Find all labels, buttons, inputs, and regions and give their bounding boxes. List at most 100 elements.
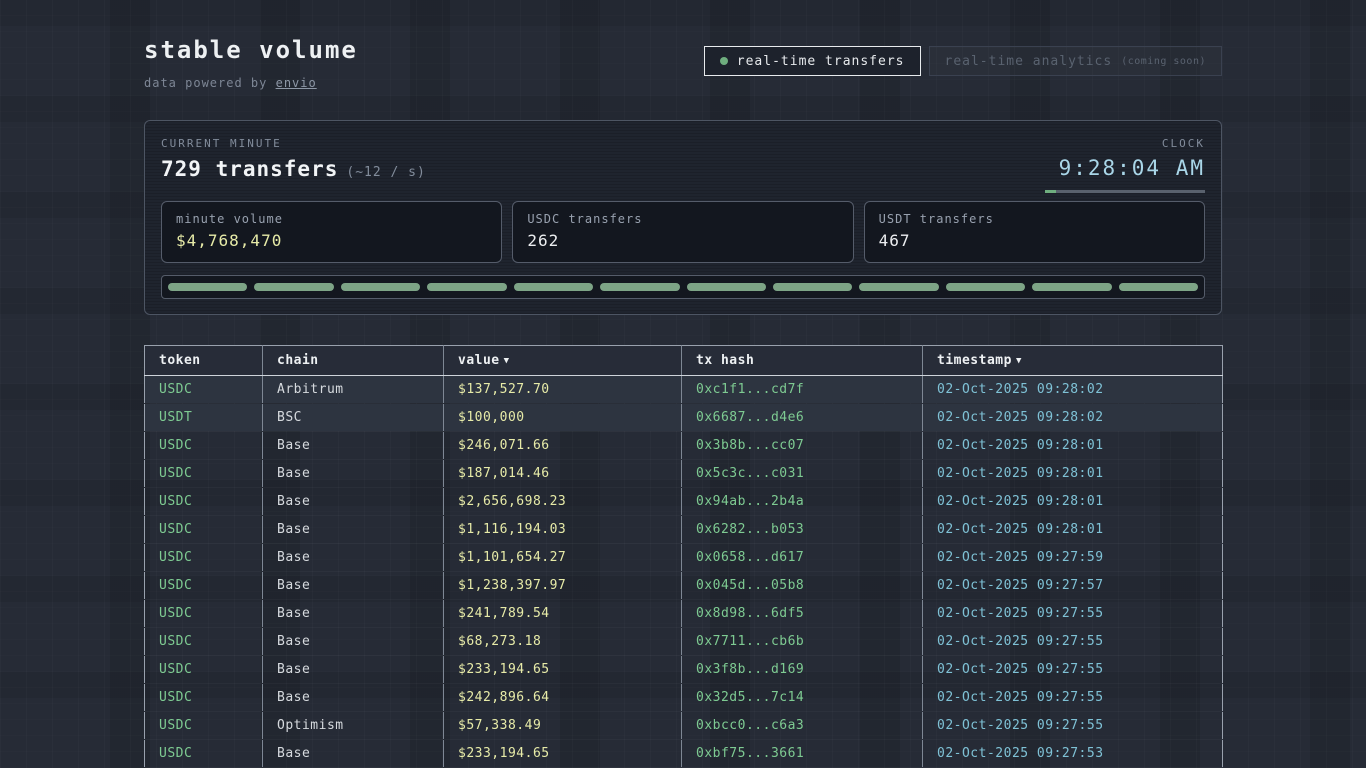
cell-hash[interactable]: 0x3b8b...cc07	[682, 432, 923, 460]
cell-hash[interactable]: 0xbf75...3661	[682, 740, 923, 768]
cell-hash[interactable]: 0x0658...d617	[682, 544, 923, 572]
cell-token: USDC	[145, 572, 263, 600]
stat-minute-volume: minute volume $4,768,470	[161, 201, 502, 263]
cell-hash[interactable]: 0x32d5...7c14	[682, 684, 923, 712]
cell-time: 02-Oct-2025 09:27:55	[923, 628, 1223, 656]
clock-time: 9:28:04 AM	[1045, 156, 1205, 180]
stat-value: 467	[879, 231, 1190, 250]
cell-hash[interactable]: 0x8d98...6df5	[682, 600, 923, 628]
branding: stable volume data powered by envio	[144, 36, 358, 90]
cell-hash[interactable]: 0xc1f1...cd7f	[682, 376, 923, 404]
table-row: USDTBSC$100,0000x6687...d4e602-Oct-2025 …	[145, 404, 1223, 432]
current-minute-label: CURRENT MINUTE	[161, 137, 426, 150]
table-row: USDCBase$242,896.640x32d5...7c1402-Oct-2…	[145, 684, 1223, 712]
cell-token: USDC	[145, 460, 263, 488]
cell-token: USDC	[145, 516, 263, 544]
cell-token: USDC	[145, 376, 263, 404]
cell-hash[interactable]: 0xbcc0...c6a3	[682, 712, 923, 740]
cell-hash[interactable]: 0x3f8b...d169	[682, 656, 923, 684]
tab-transfers-label: real-time transfers	[737, 54, 905, 69]
envio-link[interactable]: envio	[276, 76, 317, 90]
activity-segment	[687, 283, 766, 291]
cell-time: 02-Oct-2025 09:28:02	[923, 404, 1223, 432]
cell-value: $1,238,397.97	[444, 572, 682, 600]
cell-value: $233,194.65	[444, 656, 682, 684]
column-header-hash[interactable]: tx hash	[682, 346, 923, 376]
table-row: USDCBase$1,116,194.030x6282...b05302-Oct…	[145, 516, 1223, 544]
cell-value: $241,789.54	[444, 600, 682, 628]
cell-value: $233,194.65	[444, 740, 682, 768]
activity-segment	[341, 283, 420, 291]
cell-time: 02-Oct-2025 09:28:01	[923, 432, 1223, 460]
minute-progress-bar	[1045, 190, 1205, 193]
transfer-count: 729 transfers	[161, 157, 338, 181]
sort-arrow-icon: ▼	[504, 356, 510, 366]
tab-real-time-transfers[interactable]: real-time transfers	[704, 46, 921, 76]
table-row: USDCBase$1,101,654.270x0658...d61702-Oct…	[145, 544, 1223, 572]
table-row: USDCBase$2,656,698.230x94ab...2b4a02-Oct…	[145, 488, 1223, 516]
clock-label: CLOCK	[1045, 137, 1205, 150]
cell-chain: Base	[263, 684, 444, 712]
cell-time: 02-Oct-2025 09:28:02	[923, 376, 1223, 404]
stat-usdt-transfers: USDT transfers 467	[864, 201, 1205, 263]
stat-usdc-transfers: USDC transfers 262	[512, 201, 853, 263]
column-header-chain[interactable]: chain	[263, 346, 444, 376]
cell-value: $100,000	[444, 404, 682, 432]
table-body: USDCArbitrum$137,527.700xc1f1...cd7f02-O…	[145, 376, 1223, 768]
activity-segment	[514, 283, 593, 291]
column-header-time[interactable]: timestamp▼	[923, 346, 1223, 376]
cell-token: USDC	[145, 684, 263, 712]
cell-value: $2,656,698.23	[444, 488, 682, 516]
activity-segment	[946, 283, 1025, 291]
column-header-token[interactable]: token	[145, 346, 263, 376]
stat-label: USDT transfers	[879, 212, 1190, 226]
cell-value: $246,071.66	[444, 432, 682, 460]
table-row: USDCBase$233,194.650xbf75...366102-Oct-2…	[145, 740, 1223, 768]
cell-hash[interactable]: 0x6282...b053	[682, 516, 923, 544]
cell-time: 02-Oct-2025 09:27:55	[923, 600, 1223, 628]
activity-segment	[254, 283, 333, 291]
topbar: stable volume data powered by envio real…	[144, 0, 1222, 90]
cell-hash[interactable]: 0x7711...cb6b	[682, 628, 923, 656]
cell-time: 02-Oct-2025 09:27:55	[923, 712, 1223, 740]
stat-boxes: minute volume $4,768,470 USDC transfers …	[161, 201, 1205, 263]
cell-value: $242,896.64	[444, 684, 682, 712]
current-minute-panel: CURRENT MINUTE 729 transfers (~12 / s) C…	[144, 120, 1222, 315]
activity-segment	[1032, 283, 1111, 291]
tab-real-time-analytics[interactable]: real-time analytics (coming soon)	[929, 46, 1223, 76]
cell-hash[interactable]: 0x6687...d4e6	[682, 404, 923, 432]
table-row: USDCArbitrum$137,527.700xc1f1...cd7f02-O…	[145, 376, 1223, 404]
cell-time: 02-Oct-2025 09:27:59	[923, 544, 1223, 572]
stat-label: minute volume	[176, 212, 487, 226]
table-row: USDCBase$233,194.650x3f8b...d16902-Oct-2…	[145, 656, 1223, 684]
cell-hash[interactable]: 0x94ab...2b4a	[682, 488, 923, 516]
cell-time: 02-Oct-2025 09:27:53	[923, 740, 1223, 768]
clock: CLOCK 9:28:04 AM	[1045, 137, 1205, 193]
cell-hash[interactable]: 0x5c3c...c031	[682, 460, 923, 488]
activity-segment	[773, 283, 852, 291]
cell-chain: Base	[263, 432, 444, 460]
cell-chain: Base	[263, 488, 444, 516]
minute-activity-segments	[161, 275, 1205, 299]
cell-value: $1,116,194.03	[444, 516, 682, 544]
cell-time: 02-Oct-2025 09:28:01	[923, 488, 1223, 516]
cell-token: USDC	[145, 488, 263, 516]
cell-token: USDC	[145, 656, 263, 684]
column-header-value[interactable]: value▼	[444, 346, 682, 376]
table-row: USDCBase$1,238,397.970x045d...05b802-Oct…	[145, 572, 1223, 600]
cell-token: USDC	[145, 628, 263, 656]
transfer-counter: CURRENT MINUTE 729 transfers (~12 / s)	[161, 137, 426, 181]
table-row: USDCOptimism$57,338.490xbcc0...c6a302-Oc…	[145, 712, 1223, 740]
view-tabs: real-time transfers real-time analytics …	[704, 46, 1222, 76]
cell-chain: Base	[263, 600, 444, 628]
table-header-row: tokenchainvalue▼tx hashtimestamp▼	[145, 346, 1223, 376]
cell-time: 02-Oct-2025 09:27:55	[923, 684, 1223, 712]
live-status-dot-icon	[720, 57, 728, 65]
stat-label: USDC transfers	[527, 212, 838, 226]
activity-segment	[427, 283, 506, 291]
cell-token: USDC	[145, 712, 263, 740]
cell-chain: Base	[263, 740, 444, 768]
page-title: stable volume	[144, 36, 358, 64]
cell-hash[interactable]: 0x045d...05b8	[682, 572, 923, 600]
cell-token: USDC	[145, 740, 263, 768]
